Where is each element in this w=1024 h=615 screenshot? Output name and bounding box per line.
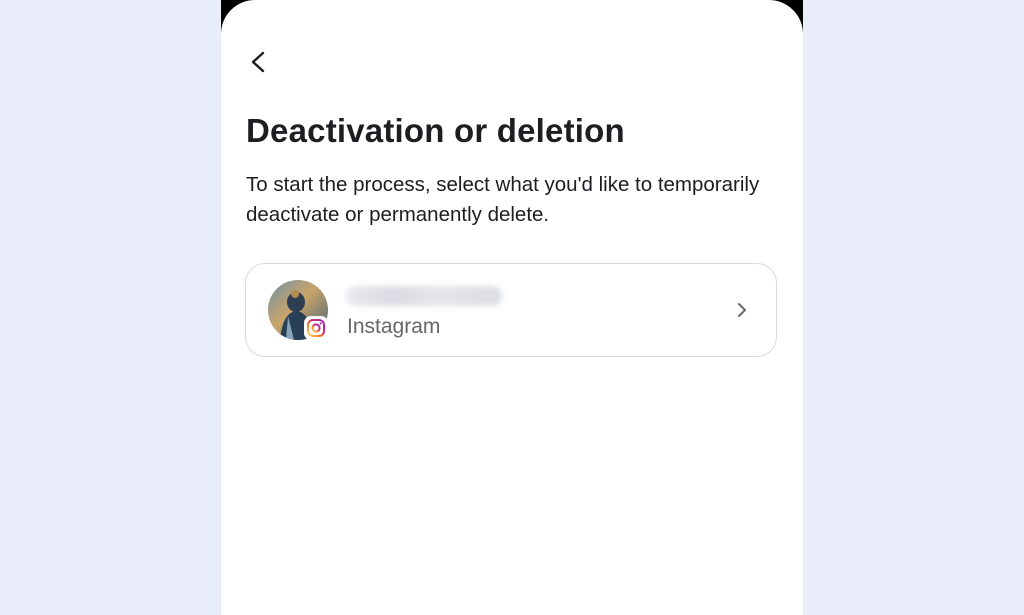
page-title: Deactivation or deletion [246,112,625,149]
page-description: To start the process, select what you'd … [246,173,760,226]
username-redacted [346,286,502,306]
account-list-item[interactable]: Instagram [245,263,777,357]
chevron-right-icon [738,303,746,317]
back-button[interactable] [239,42,279,82]
deactivation-screen: Deactivation or deletion To start the pr… [221,0,803,615]
account-platform-label: Instagram [347,315,441,338]
back-arrow-icon [251,51,265,73]
instagram-badge [304,316,328,340]
instagram-icon [307,319,325,337]
